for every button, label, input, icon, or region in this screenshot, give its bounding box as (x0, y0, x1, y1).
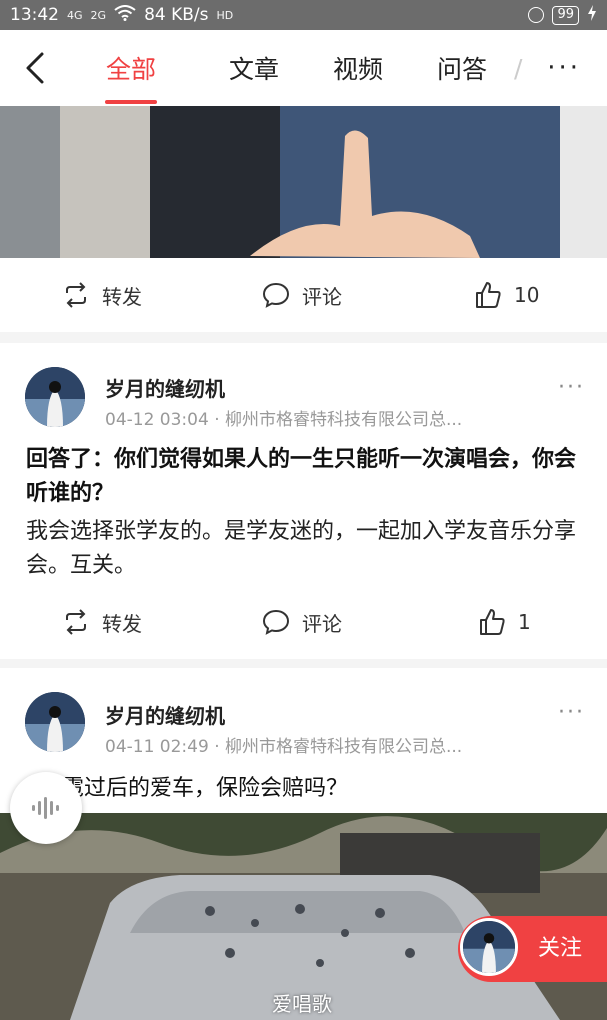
follow-button[interactable]: 关注 (458, 916, 607, 982)
like-button[interactable]: 10 (474, 258, 539, 332)
net-speed: 84 KB/s (144, 5, 209, 25)
avatar[interactable] (25, 692, 85, 752)
charging-icon (587, 4, 597, 26)
repost-icon (66, 609, 86, 635)
tab-videos[interactable]: 视频 (306, 30, 410, 106)
alarm-icon (528, 7, 545, 23)
post-body[interactable]: 我会选择张学友的。是学友迷的，一起加入学友音乐分享会。互关。 (26, 515, 587, 583)
tab-all[interactable]: 全部 (100, 30, 162, 106)
hd-icon: HD (216, 8, 234, 22)
signal-2g-icon: 2G (90, 8, 107, 22)
post-title[interactable]: 雹过后的爱车，保险会赔吗？ (62, 772, 581, 806)
repost-label: 转发 (102, 284, 142, 309)
like-button[interactable]: 1 (478, 585, 531, 659)
post-meta: 04-11 02:49 · 柳州市格睿特科技有限公司总... (105, 737, 463, 757)
thumbs-up-icon (480, 609, 505, 635)
back-button[interactable] (18, 50, 54, 86)
tab-articles[interactable]: 文章 (202, 30, 306, 106)
tab-more-partial[interactable]: / (514, 30, 544, 106)
repost-button[interactable]: 转发 (62, 258, 142, 332)
like-count: 10 (514, 283, 540, 307)
clock: 13:42 (10, 5, 59, 25)
repost-button[interactable]: 转发 (62, 585, 142, 659)
voice-wave-icon (32, 797, 59, 819)
watermark: 爱唱歌 (272, 992, 332, 1016)
voice-button[interactable] (10, 772, 82, 844)
comment-icon (262, 609, 290, 635)
signal-4g-icon: 4G (67, 8, 83, 22)
comment-label: 评论 (302, 284, 342, 309)
feed-post-2: 岁月的缝纫机 04-12 03:04 · 柳州市格睿特科技有限公司总... ··… (0, 343, 607, 659)
username[interactable]: 岁月的缝纫机 (105, 373, 225, 402)
feed-post-3: 岁月的缝纫机 04-11 02:49 · 柳州市格睿特科技有限公司总... ··… (0, 668, 607, 813)
more-options-button[interactable]: ··· (547, 55, 581, 81)
follow-label: 关注 (538, 936, 583, 961)
comment-button[interactable]: 评论 (262, 585, 342, 659)
tab-qa[interactable]: 问答 (410, 30, 514, 106)
username[interactable]: 岁月的缝纫机 (105, 700, 225, 729)
post-meta: 04-12 03:04 · 柳州市格睿特科技有限公司总... (105, 410, 463, 430)
like-count: 1 (518, 610, 531, 634)
chevron-left-icon (26, 52, 44, 84)
avatar[interactable] (25, 367, 85, 427)
top-nav: 全部 文章 视频 问答 / ··· (0, 30, 607, 106)
thumbs-up-icon (476, 282, 501, 308)
action-bar-2: 转发 评论 1 (0, 585, 607, 659)
status-bar: 13:42 4G 2G 84 KB/s HD 99 (0, 0, 607, 30)
repost-icon (66, 282, 86, 308)
wifi-icon (114, 4, 136, 26)
comment-button[interactable]: 评论 (262, 258, 342, 332)
post-title[interactable]: 回答了：你们觉得如果人的一生只能听一次演唱会，你会听谁的？ (26, 443, 581, 511)
post-more-button[interactable]: ··· (558, 700, 585, 725)
post-more-button[interactable]: ··· (558, 375, 585, 400)
battery-icon: 99 (552, 5, 579, 25)
comment-icon (262, 282, 290, 308)
comment-label: 评论 (302, 611, 342, 636)
action-bar-1: 转发 评论 10 (0, 258, 607, 332)
tab-bar: 全部 文章 视频 问答 / (100, 30, 544, 106)
avatar (460, 918, 518, 976)
repost-label: 转发 (102, 611, 142, 636)
post-image-hand[interactable] (0, 106, 607, 258)
